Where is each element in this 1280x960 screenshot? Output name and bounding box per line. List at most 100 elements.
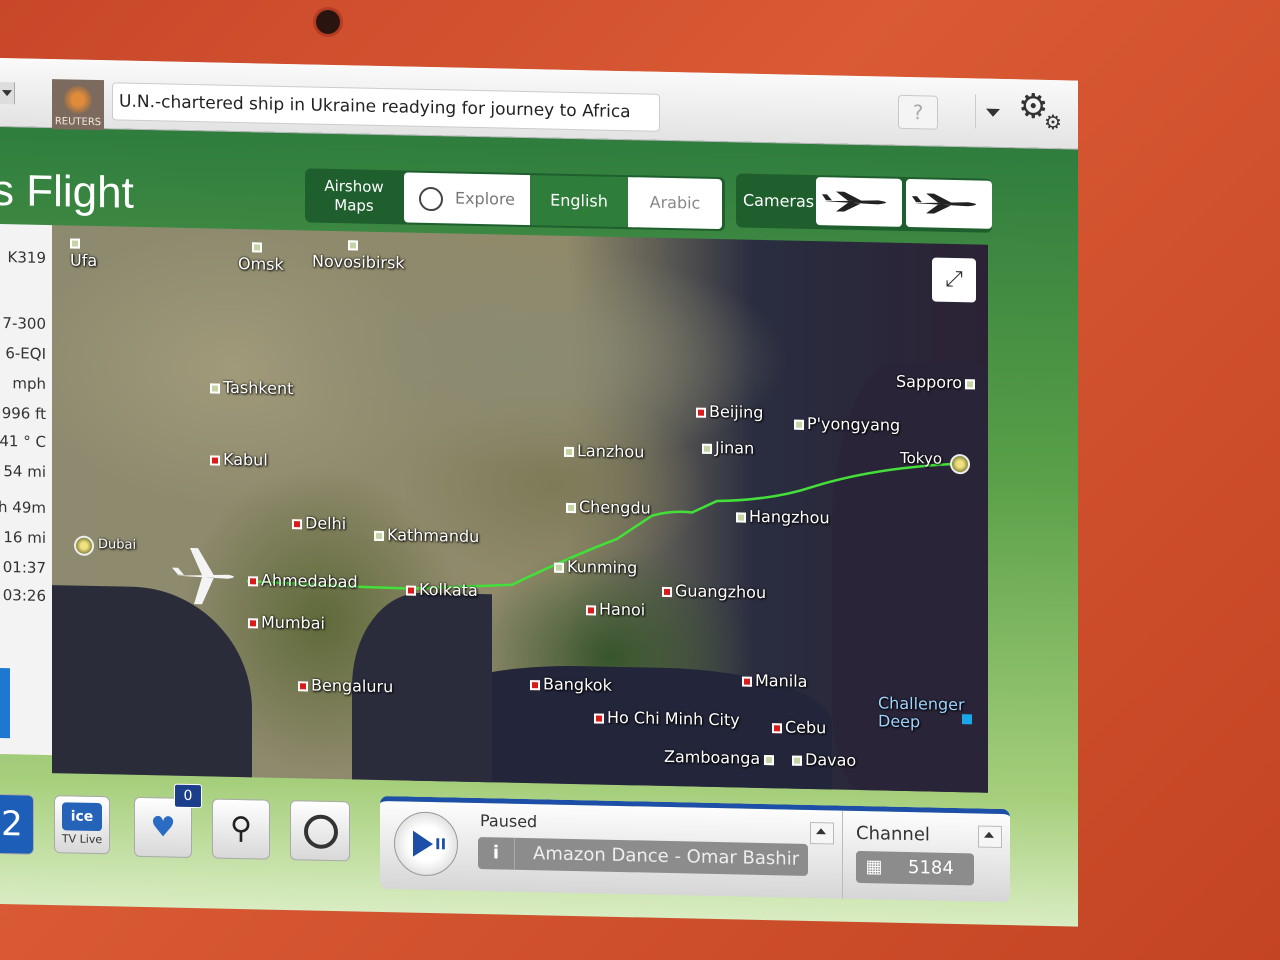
city-marker-icon: [594, 712, 604, 724]
track-expand-button[interactable]: [810, 821, 834, 845]
channel-number: 5184: [908, 857, 954, 879]
tab-english[interactable]: English: [530, 175, 628, 228]
city-zamboanga: Zamboanga: [664, 747, 777, 768]
tab-airshow-maps[interactable]: Airshow Maps: [305, 168, 403, 224]
channel-keypad[interactable]: ▦ 5184: [856, 850, 974, 886]
city-kabul: Kabul: [210, 450, 268, 470]
news-bar: REUTERS U.N.-chartered ship in Ukraine r…: [0, 58, 1078, 150]
city-mumbai: Mumbai: [248, 612, 325, 633]
page-title: s Flight: [0, 165, 134, 218]
city-sapporo: Sapporo: [896, 372, 978, 393]
city-novosibirsk: Novosibirsk: [312, 235, 405, 272]
city-hanoi: Hanoi: [586, 600, 645, 620]
city-davao: Davao: [792, 750, 856, 770]
city-tashkent: Tashkent: [210, 378, 293, 398]
city-cebu: Cebu: [772, 717, 826, 737]
aircraft-reg: 6-EQI: [5, 344, 46, 363]
city-marker-icon: [348, 239, 358, 250]
city-hangzhou: Hangzhou: [736, 507, 830, 527]
city-tokyo: Tokyo: [900, 448, 942, 468]
cameras-label: Cameras: [743, 190, 815, 212]
airport-dubai-icon: [74, 535, 94, 556]
chevron-down-icon: [2, 90, 12, 102]
side-tab-button[interactable]: [0, 668, 10, 739]
reuters-logo: REUTERS: [52, 79, 104, 131]
ife-screen: REUTERS U.N.-chartered ship in Ukraine r…: [0, 58, 1078, 927]
search-icon: ⚲: [230, 810, 252, 847]
plane-icon: [822, 191, 886, 212]
city-marker-icon: [298, 680, 308, 691]
city-marker-icon: [292, 518, 302, 529]
city-kathmandu: Kathmandu: [374, 525, 479, 546]
city-marker-icon: [772, 722, 782, 733]
camera-1-button[interactable]: [816, 177, 902, 227]
channel-expand-button[interactable]: [978, 825, 1002, 848]
city-guangzhou: Guangzhou: [662, 581, 766, 602]
city-marker-icon: [248, 575, 258, 586]
city-ho-chi-minh: Ho Chi Minh City: [594, 708, 740, 729]
challenger-deep-label: Challenger Deep: [878, 693, 965, 732]
left-arrow-button[interactable]: [0, 82, 15, 105]
city-bangkok: Bangkok: [530, 674, 612, 695]
city-chengdu: Chengdu: [566, 497, 651, 518]
play-pause-button[interactable]: II: [394, 811, 458, 877]
outside-temp: 41 ° C: [0, 431, 46, 451]
track-title: Amazon Dance - Omar Bashir: [533, 843, 800, 870]
info-icon[interactable]: i: [478, 837, 515, 870]
city-marker-icon: [530, 679, 540, 690]
tab-arabic[interactable]: Arabic: [628, 177, 722, 230]
city-ahmedabad: Ahmedabad: [248, 570, 358, 591]
local-time-destination: 03:26: [2, 586, 46, 605]
challenger-deep-icon: [962, 714, 972, 725]
news-ticker[interactable]: U.N.-chartered ship in Ukraine readying …: [112, 82, 660, 132]
city-marker-icon: [662, 586, 672, 597]
expand-map-button[interactable]: ⤢: [932, 257, 976, 303]
city-pyongyang: P'yongyang: [794, 414, 900, 435]
chevron-down-icon: [986, 108, 1000, 124]
city-dubai: Dubai: [98, 537, 137, 553]
city-marker-icon: [965, 378, 976, 389]
media-player-bar: II Paused i Amazon Dance - Omar Bashir Ch…: [380, 795, 1010, 903]
city-marker-icon: [554, 562, 564, 573]
city-marker-icon: [696, 407, 706, 418]
city-marker-icon: [792, 755, 802, 766]
dropdown-button[interactable]: [975, 94, 1010, 130]
city-lanzhou: Lanzhou: [564, 441, 644, 461]
record-icon: [304, 814, 338, 850]
city-marker-icon: [248, 617, 258, 628]
city-marker-icon: [210, 382, 220, 394]
city-marker-icon: [374, 530, 384, 541]
aircraft-position-icon: [172, 547, 234, 605]
heart-icon: ♥: [150, 810, 176, 844]
gear-small-icon: ⚙: [1044, 109, 1062, 135]
altitude: 996 ft: [1, 404, 46, 423]
city-kunming: Kunming: [554, 557, 637, 577]
keypad-icon: ▦: [865, 856, 883, 878]
aircraft-type: 7-300: [2, 314, 46, 333]
device-camera: [316, 10, 340, 34]
city-beijing: Beijing: [696, 402, 763, 422]
user-button[interactable]: 2: [0, 793, 34, 855]
chevron-up-icon: [816, 828, 826, 835]
help-button[interactable]: ?: [898, 94, 938, 130]
city-marker-icon: [566, 502, 576, 513]
plane-icon: [912, 193, 976, 214]
city-marker-icon: [702, 443, 712, 454]
ground-speed: mph: [12, 374, 46, 393]
record-button[interactable]: [290, 800, 350, 862]
tab-explore[interactable]: Explore: [404, 172, 530, 226]
search-button[interactable]: ⚲: [212, 798, 270, 860]
city-marker-icon: [406, 585, 416, 596]
camera-2-button[interactable]: [906, 178, 992, 229]
city-omsk: Omsk: [238, 237, 284, 274]
city-marker-icon: [794, 419, 804, 430]
distance-traveled: 54 mi: [3, 462, 46, 481]
city-marker-icon: [586, 604, 596, 615]
city-marker-icon: [70, 237, 80, 249]
track-display[interactable]: i Amazon Dance - Omar Bashir: [478, 837, 808, 876]
flight-route: [246, 462, 953, 590]
city-jinan: Jinan: [702, 438, 754, 458]
flight-map[interactable]: ⤢ Ufa Omsk Novosibirsk Tashkent Kabul De…: [52, 225, 988, 793]
local-time-origin: 01:37: [2, 558, 46, 577]
ice-tv-live-button[interactable]: ice TV Live: [54, 795, 110, 855]
